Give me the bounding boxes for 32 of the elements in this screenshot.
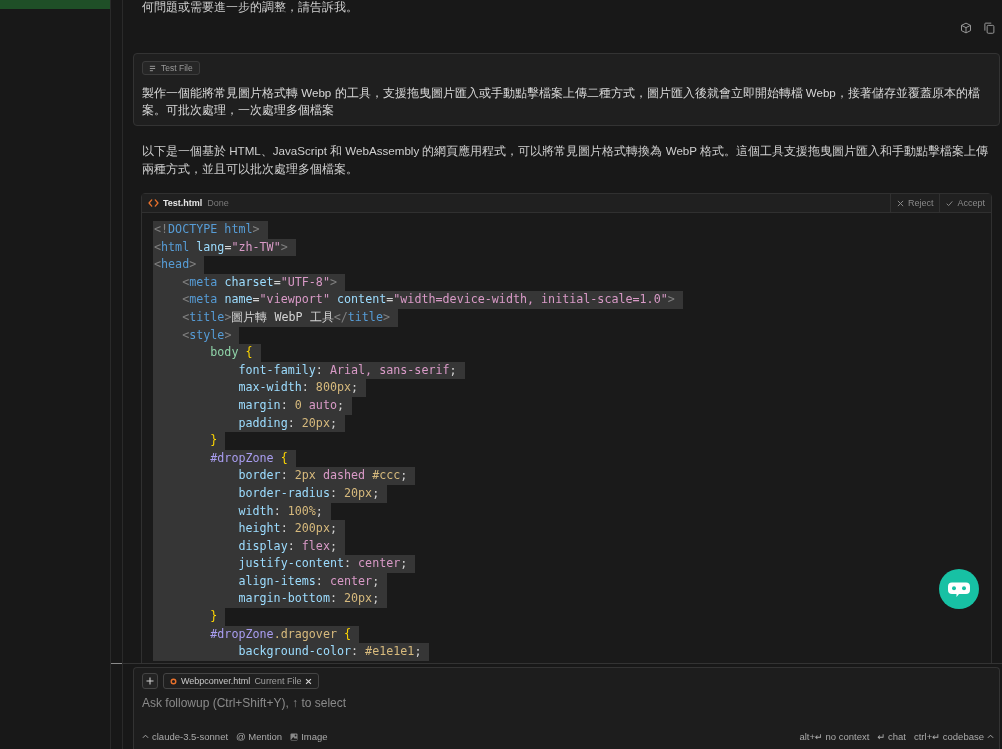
image-button[interactable]: Image [290,731,328,742]
file-chip[interactable]: Webpconver.html Current File [163,673,320,689]
chat-bubble-icon[interactable] [939,569,979,609]
model-button[interactable]: claude-3.5-sonnet [142,731,229,742]
message-text: 製作一個能將常見圖片格式轉 Webp 的工具，支援拖曳圖片匯入或手動點擊檔案上傳二種方式，圖片匯入後就會立即開始轉檔 Webp，接著儲存並覆蓋原本的檔案。可批次處理，一次處理多個檔案 [142,85,981,118]
mention-button[interactable]: @ Mention [236,731,283,742]
reply-text: 以下是一個基於 HTML、JavaScript 和 WebAssembly 的網頁應用程式，可以將常見圖片格式轉換為 WebP 格式。這個工具支援拖曳圖片匯入和手動點擊檔案上傳兩種方式，並且可以批次處理多個檔案。 [141,143,990,177]
file-name: Webpconver.html [181,676,251,686]
cube-icon[interactable] [960,22,972,34]
attachment-chip[interactable]: Test File [142,61,200,75]
text-lines-icon [149,64,156,72]
message-text: 何問題或需要進一步的調整，請告訴我。 [141,0,359,14]
code-icon [148,199,159,207]
shortcut-button[interactable]: alt+↵ no context [799,731,870,742]
copy-icon[interactable] [983,22,995,34]
plus-icon [146,677,154,685]
input-field[interactable]: Ask followup (Ctrl+Shift+Y), ↑ to select [142,695,994,711]
add-button[interactable] [142,673,158,689]
shortcut-button[interactable]: ↵ chat [877,731,906,742]
file-note: Current File [254,676,302,686]
status-label: Done [207,198,229,208]
ring-icon [170,677,177,685]
close-icon [896,199,904,207]
close-icon[interactable] [305,677,313,685]
accept-button[interactable]: Accept [939,194,991,212]
check-icon [946,199,954,207]
file-name: Test.html [163,198,203,208]
caret-icon [142,734,149,739]
shortcut-button[interactable]: ctrl+↵ codebase [914,731,994,742]
caret-icon [987,734,994,739]
image-icon [290,732,299,741]
reject-button[interactable]: Reject [889,194,940,212]
